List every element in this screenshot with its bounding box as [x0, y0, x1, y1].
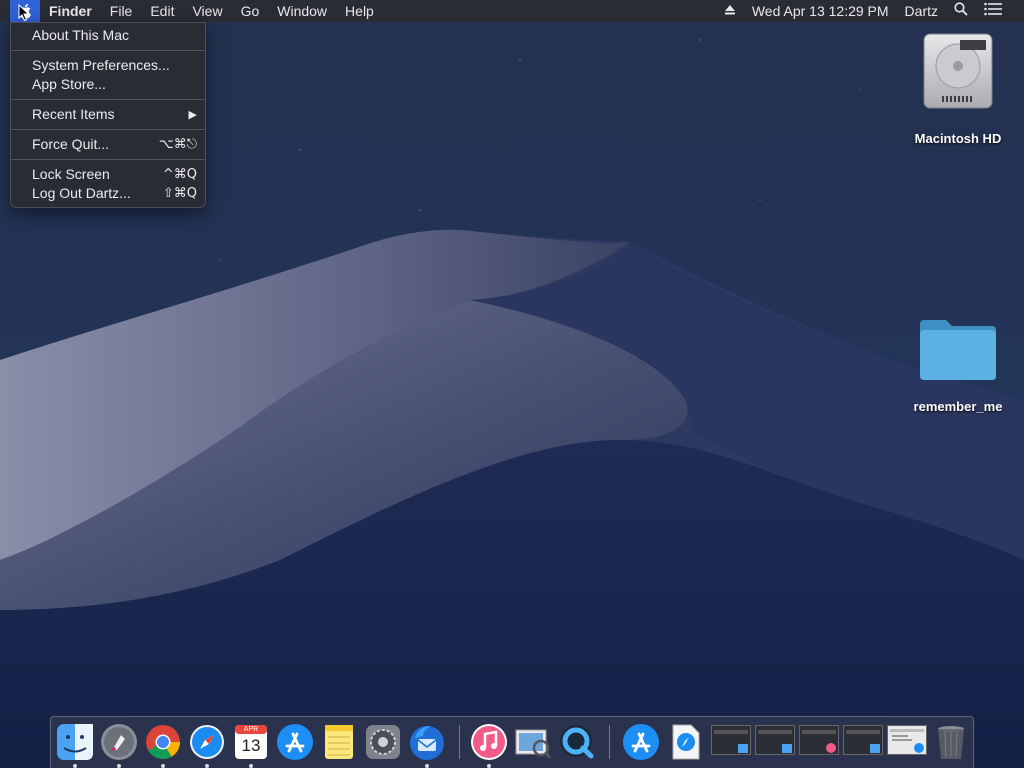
- submenu-arrow-icon: ▶: [188, 108, 197, 121]
- menu-item-shortcut: ⌥⌘⎋: [158, 137, 197, 152]
- dock-divider: [459, 725, 460, 759]
- menu-app-name[interactable]: Finder: [40, 0, 101, 22]
- download-file-icon: [672, 724, 700, 760]
- spotlight-search-icon[interactable]: [946, 0, 976, 22]
- eject-icon[interactable]: [716, 0, 744, 22]
- trash-icon: [938, 726, 964, 759]
- dock-itunes[interactable]: [469, 722, 509, 768]
- menu-item-recent-items[interactable]: Recent Items ▶: [11, 105, 205, 124]
- desktop-icon-label: Macintosh HD: [914, 131, 1002, 146]
- finder-window-thumbnail-icon: [846, 730, 880, 753]
- safari-window-thumbnail-icon: [890, 729, 924, 753]
- dock: APR 13: [50, 716, 974, 768]
- running-indicator: [117, 764, 121, 768]
- menu-help[interactable]: Help: [336, 0, 383, 22]
- dock-chrome[interactable]: [143, 722, 183, 768]
- running-indicator: [205, 764, 209, 768]
- notes-icon: [325, 725, 353, 759]
- menubar-user[interactable]: Dartz: [897, 0, 946, 22]
- menu-file[interactable]: File: [101, 0, 142, 22]
- itunes-window-thumbnail-icon: [802, 730, 836, 753]
- calendar-month: APR: [243, 726, 259, 733]
- dock-launchpad[interactable]: [99, 722, 139, 768]
- menu-view[interactable]: View: [183, 0, 231, 22]
- running-indicator: [73, 764, 77, 768]
- folder-icon: [920, 320, 996, 380]
- desktop-icon-macintosh-hd[interactable]: Macintosh HD: [906, 30, 1010, 146]
- menu-item-label: Recent Items: [32, 106, 115, 122]
- desktop-icon-label: remember_me: [913, 399, 1003, 414]
- dock-downloads-stack[interactable]: [665, 722, 705, 762]
- menu-item-log-out[interactable]: Log Out Dartz... ⇧⌘Q: [11, 184, 205, 203]
- menu-item-shortcut: ^⌘Q: [162, 167, 197, 182]
- dock-minimized-window-3[interactable]: [799, 725, 839, 755]
- running-indicator: [425, 764, 429, 768]
- menu-item-label: System Preferences...: [32, 57, 170, 73]
- menu-item-system-preferences[interactable]: System Preferences...: [11, 56, 205, 75]
- desktop-icon-remember-me-folder[interactable]: remember_me: [906, 316, 1010, 414]
- chrome-icon: [146, 725, 180, 759]
- music-note-icon: [471, 724, 507, 760]
- preview-icon: [515, 729, 552, 759]
- menu-separator: [11, 159, 205, 160]
- dock-notes[interactable]: [319, 722, 359, 762]
- menu-item-label: Force Quit...: [32, 136, 110, 152]
- dock-minimized-window-1[interactable]: [711, 725, 751, 755]
- dock-divider: [609, 725, 610, 759]
- safari-icon: [190, 725, 224, 759]
- dock-trash[interactable]: [931, 722, 971, 762]
- menu-edit[interactable]: Edit: [141, 0, 183, 22]
- gear-icon: [366, 725, 400, 759]
- dock-finder[interactable]: [55, 722, 95, 768]
- dock-minimized-window-2[interactable]: [755, 725, 795, 755]
- menu-go[interactable]: Go: [232, 0, 269, 22]
- app-store-icon: [623, 724, 659, 760]
- running-indicator: [249, 764, 253, 768]
- apple-menu-dropdown: About This Mac System Preferences... App…: [10, 22, 206, 208]
- finder-window-thumbnail-icon: [714, 730, 748, 753]
- thunderbird-icon: [410, 726, 444, 760]
- app-store-icon: [277, 724, 313, 760]
- dock-system-preferences[interactable]: [363, 722, 403, 762]
- running-indicator: [161, 764, 165, 768]
- menu-item-app-store[interactable]: App Store...: [11, 75, 205, 94]
- menu-item-force-quit[interactable]: Force Quit... ⌥⌘⎋: [11, 135, 205, 154]
- dock-minimized-window-5[interactable]: [887, 725, 927, 755]
- dock-quicktime[interactable]: [557, 722, 597, 762]
- quicktime-icon: [560, 725, 594, 759]
- dock-preview[interactable]: [513, 722, 553, 762]
- dock-safari[interactable]: [187, 722, 227, 768]
- menu-item-about-this-mac[interactable]: About This Mac: [11, 26, 205, 45]
- dock-app-store-stack[interactable]: [621, 722, 661, 762]
- hard-drive-icon: [923, 33, 993, 109]
- menu-item-label: App Store...: [32, 76, 106, 92]
- menu-separator: [11, 129, 205, 130]
- finder-icon: [57, 724, 93, 760]
- menu-item-lock-screen[interactable]: Lock Screen ^⌘Q: [11, 165, 205, 184]
- calendar-day: 13: [241, 736, 261, 755]
- menu-separator: [11, 99, 205, 100]
- dock-app-store[interactable]: [275, 722, 315, 762]
- mouse-cursor-icon: [18, 4, 30, 22]
- dock-minimized-window-4[interactable]: [843, 725, 883, 755]
- dock-thunderbird[interactable]: [407, 722, 447, 768]
- finder-window-thumbnail-icon: [758, 730, 792, 753]
- menu-item-label: About This Mac: [32, 27, 130, 43]
- notification-center-icon[interactable]: [976, 0, 1024, 22]
- menu-separator: [11, 50, 205, 51]
- running-indicator: [487, 764, 491, 768]
- dock-calendar[interactable]: APR 13: [231, 722, 271, 768]
- menu-item-shortcut: ⇧⌘Q: [162, 186, 197, 201]
- menu-item-label: Lock Screen: [32, 166, 110, 182]
- launchpad-icon: [101, 724, 137, 760]
- menu-item-label: Log Out Dartz...: [32, 185, 131, 201]
- menu-bar: Finder File Edit View Go Window Help Wed…: [0, 0, 1024, 22]
- menubar-clock[interactable]: Wed Apr 13 12:29 PM: [744, 0, 897, 22]
- menu-window[interactable]: Window: [268, 0, 336, 22]
